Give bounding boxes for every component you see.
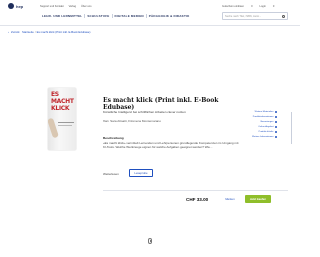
- section-nav-label: Weitere Informationen: [252, 136, 274, 138]
- cover-subtitle-line: [58, 122, 74, 123]
- arrow-left-icon: ‹: [8, 30, 9, 34]
- cover-subtitle-line: [58, 125, 72, 126]
- merken-button[interactable]: Merken: [222, 195, 238, 202]
- cover-word-klick: KLICK: [51, 105, 70, 112]
- scroll-down-icon[interactable]: [148, 238, 152, 244]
- section-nav-label: Bewertungen: [260, 121, 274, 123]
- login-link[interactable]: Login: [260, 5, 266, 8]
- section-nav-label: Produkt-Inhalte: [258, 131, 274, 133]
- top-bar: hep Support und Kontakt Verlag Über uns …: [0, 0, 300, 12]
- leseprobe-button[interactable]: Leseprobe: [129, 169, 153, 177]
- section-nav-item[interactable]: Produkt-Inhalte: [259, 131, 278, 133]
- section-nav-label: Online-Angebot: [258, 126, 274, 128]
- section-dot-icon: [275, 126, 278, 128]
- top-right-links: Gutschein einlösen 0 Login 0: [222, 5, 274, 8]
- product-title: Es macht klick (Print inkl. E-Book Eduba…: [103, 97, 219, 111]
- section-dot-icon: [275, 121, 278, 123]
- breadcrumb-home[interactable]: Startseite: [22, 30, 34, 34]
- nav-digitale-medien[interactable]: DIGITALE MEDIEN: [113, 14, 147, 18]
- cart-count[interactable]: 0: [273, 5, 274, 8]
- back-link[interactable]: ‹ Zurück: [8, 30, 20, 34]
- search-icon[interactable]: [282, 14, 285, 18]
- wishlist-count[interactable]: 0: [251, 5, 252, 8]
- section-dot-icon: [275, 116, 278, 118]
- breadcrumb: Startseite / Es macht klick (Print inkl.…: [22, 30, 90, 34]
- section-nav-item[interactable]: Bewertungen: [261, 121, 278, 123]
- section-nav-item[interactable]: Online-Angebot: [258, 126, 278, 128]
- top-links: Support und Kontakt Verlag Über uns: [40, 5, 92, 8]
- authors-label: Von:: [103, 119, 110, 123]
- ueber-uns-link[interactable]: Über uns: [81, 5, 92, 8]
- section-nav: Weitere Materialien Produktinformationen…: [252, 111, 278, 138]
- hep-logo-icon: [8, 3, 14, 9]
- nav-paedagogik[interactable]: PÄDAGOGIK & DIDAKTIK: [147, 14, 192, 18]
- section-dot-icon: [275, 131, 278, 133]
- add-to-cart-button[interactable]: Jetzt kaufen: [245, 195, 271, 203]
- back-label: Zurück: [11, 30, 20, 34]
- product-subtitle: Künstliche Intelligenz bei schriftlichen…: [103, 110, 186, 114]
- price: CHF 33.00: [186, 197, 209, 202]
- description-heading: Beschreibung: [103, 136, 124, 140]
- support-link[interactable]: Support und Kontakt: [40, 5, 64, 8]
- header-divider: [0, 25, 300, 26]
- nav-schulstufe[interactable]: SCHULSTUFE: [85, 14, 113, 18]
- search-input[interactable]: Suche nach Titel, ISBN, Autor...: [222, 12, 288, 20]
- logo-text: hep: [16, 3, 24, 9]
- breadcrumb-separator: /: [34, 30, 36, 34]
- cover-hand-image: [48, 117, 59, 139]
- logo[interactable]: hep: [8, 3, 23, 9]
- section-nav-item[interactable]: Produktinformationen: [253, 116, 278, 118]
- search-placeholder: Suche nach Titel, ISBN, Autor...: [225, 14, 262, 18]
- section-nav-label: Produktinformationen: [252, 116, 274, 118]
- section-nav-item[interactable]: Weitere Informationen: [252, 136, 278, 138]
- verlag-link[interactable]: Verlag: [69, 5, 76, 8]
- section-nav-label: Weitere Materialien: [254, 111, 274, 113]
- section-nav-item[interactable]: Weitere Materialien: [255, 111, 278, 113]
- book-cover[interactable]: ES MACHT KLICK: [48, 88, 76, 150]
- authors: Von: Sara Alloatti, Filomena Montemarano: [103, 119, 161, 123]
- section-dot-icon: [275, 136, 278, 138]
- voucher-link[interactable]: Gutschein einlösen: [222, 5, 244, 8]
- breadcrumb-current: Es macht klick (Print inkl. E-Book Eduba…: [36, 30, 91, 34]
- main-nav: LEHR- UND LERNMITTEL SCHULSTUFE DIGITALE…: [40, 14, 191, 18]
- author-names[interactable]: Sara Alloatti, Filomena Montemarano: [110, 119, 161, 123]
- section-dot-icon: [275, 111, 278, 113]
- description-text: «Es macht klick» vermittelt Lernenden un…: [103, 141, 239, 149]
- price-divider: [103, 190, 288, 191]
- read-more-link[interactable]: Weiterlesen: [103, 172, 119, 176]
- nav-lehrmittel[interactable]: LEHR- UND LERNMITTEL: [40, 14, 86, 18]
